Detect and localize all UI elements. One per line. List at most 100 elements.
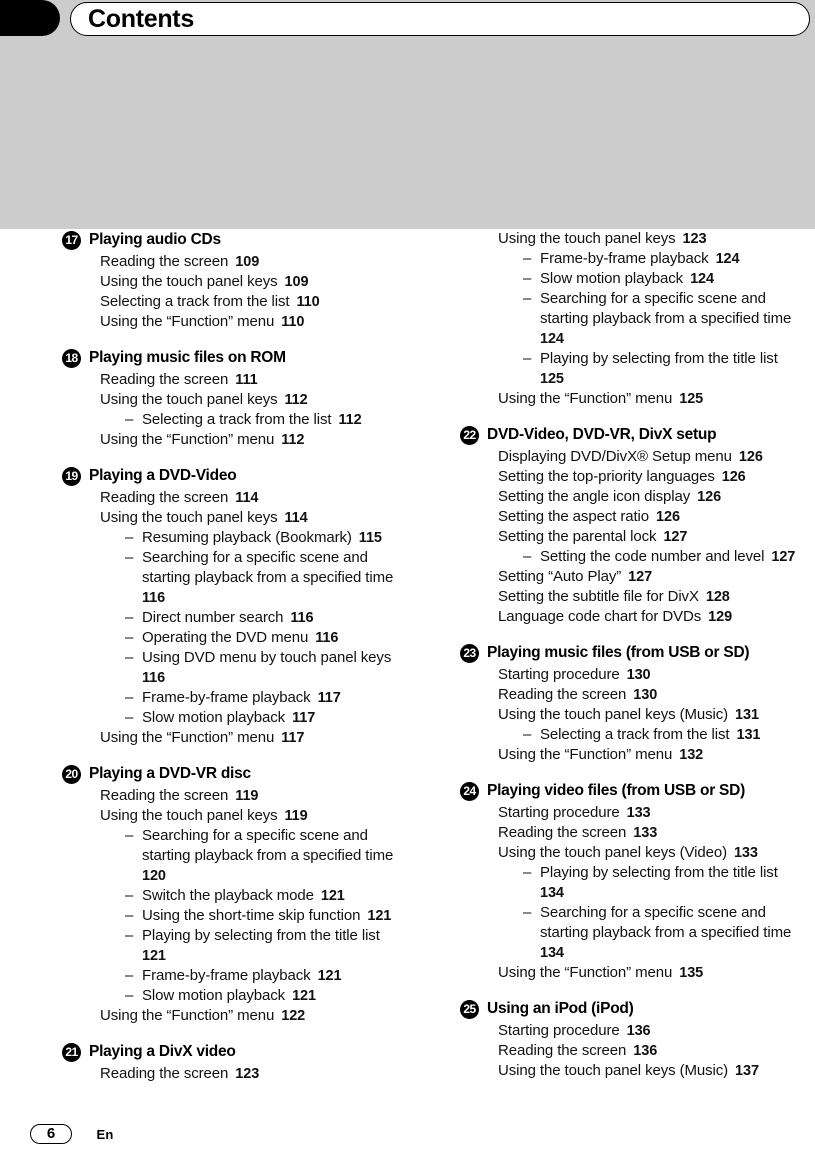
toc-entry[interactable]: Using the touch panel keys 114 xyxy=(100,508,402,528)
toc-entry-label: Using the touch panel keys (Video) xyxy=(498,844,727,861)
entry-dash-icon: – xyxy=(125,629,134,646)
toc-entry[interactable]: – Setting the code number and level 127 xyxy=(523,547,800,567)
toc-entry[interactable]: – Selecting a track from the list 112 xyxy=(125,410,402,430)
toc-entry-label: Setting the code number and level xyxy=(540,548,765,565)
toc-entry[interactable]: Using the touch panel keys (Music) 131 xyxy=(498,705,800,725)
toc-entry[interactable]: Using the touch panel keys 112 xyxy=(100,390,402,410)
toc-entry-page-number: 127 xyxy=(771,549,796,565)
toc-entry[interactable]: – Operating the DVD menu 116 xyxy=(125,628,402,648)
toc-section: 23 Playing music files (from USB or SD) St… xyxy=(460,642,800,765)
toc-entry[interactable]: Language code chart for DVDs 129 xyxy=(498,607,800,627)
toc-section-heading[interactable]: 22 DVD-Video, DVD-VR, DivX setup xyxy=(460,424,800,446)
toc-entry[interactable]: Reading the screen 130 xyxy=(498,685,800,705)
toc-entry-page-number: 136 xyxy=(626,1023,651,1039)
toc-entry[interactable]: Starting procedure 133 xyxy=(498,803,800,823)
toc-entry[interactable]: Using the touch panel keys 119 xyxy=(100,806,402,826)
toc-entry-page-number: 115 xyxy=(358,530,382,546)
toc-entry[interactable]: – Using the short-time skip function 121 xyxy=(125,906,402,926)
toc-section-heading[interactable]: 25 Using an iPod (iPod) xyxy=(460,998,800,1020)
toc-entry[interactable]: Using the “Function” menu 110 xyxy=(100,312,402,332)
toc-section-heading[interactable]: 23 Playing music files (from USB or SD) xyxy=(460,642,800,664)
toc-entry[interactable]: Using the “Function” menu 132 xyxy=(498,745,800,765)
toc-entry[interactable]: Reading the screen 123 xyxy=(100,1064,402,1084)
toc-entry[interactable]: – Playing by selecting from the title lis… xyxy=(523,863,800,903)
toc-entry-label: Using DVD menu by touch panel keys xyxy=(142,649,392,666)
toc-entry[interactable]: – Slow motion playback 121 xyxy=(125,986,402,1006)
toc-entry-label: Setting the parental lock xyxy=(498,528,657,545)
toc-entry[interactable]: Using the touch panel keys (Music) 137 xyxy=(498,1061,800,1081)
toc-entry[interactable]: Selecting a track from the list 110 xyxy=(100,292,402,312)
toc-entry[interactable]: Using the touch panel keys 109 xyxy=(100,272,402,292)
toc-section: 21 Playing a DivX video Reading the screen… xyxy=(62,1041,402,1084)
toc-section-heading[interactable]: 21 Playing a DivX video xyxy=(62,1041,402,1063)
toc-entry[interactable]: Reading the screen 111 xyxy=(100,370,402,390)
toc-entry[interactable]: – Direct number search 116 xyxy=(125,608,402,628)
toc-entry[interactable]: Setting the top-priority languages 126 xyxy=(498,467,800,487)
toc-entry-page-number: 114 xyxy=(235,490,259,506)
toc-entry[interactable]: Using the touch panel keys (Video) 133 xyxy=(498,843,800,863)
toc-entry[interactable]: Using the “Function” menu 125 xyxy=(498,389,800,409)
toc-entry[interactable]: – Searching for a specific scene and star… xyxy=(523,289,800,349)
toc-entry[interactable]: Setting “Auto Play” 127 xyxy=(498,567,800,587)
page-edge-tab-icon xyxy=(0,0,60,36)
toc-entry[interactable]: Setting the parental lock 127 xyxy=(498,527,800,547)
toc-entry[interactable]: Using the “Function” menu 122 xyxy=(100,1006,402,1026)
toc-entry-label: Reading the screen xyxy=(100,787,229,804)
toc-entry-label: Searching for a specific scene and start… xyxy=(540,290,792,327)
toc-entry[interactable]: – Frame-by-frame playback 117 xyxy=(125,688,402,708)
toc-section-heading[interactable]: 20 Playing a DVD-VR disc xyxy=(62,763,402,785)
toc-section-title: Playing a DVD-Video xyxy=(89,467,237,484)
toc-entry[interactable]: Using the touch panel keys 123 xyxy=(498,229,800,249)
toc-entry[interactable]: Starting procedure 136 xyxy=(498,1021,800,1041)
toc-entry[interactable]: Reading the screen 109 xyxy=(100,252,402,272)
toc-section-heading[interactable]: 24 Playing video files (from USB or SD) xyxy=(460,780,800,802)
entry-dash-icon: – xyxy=(125,987,134,1004)
section-number-badge: 19 xyxy=(62,467,81,486)
toc-entry[interactable]: – Frame-by-frame playback 124 xyxy=(523,249,800,269)
contents-column-left: 17 Playing audio CDs Reading the screen 109… xyxy=(62,229,402,1099)
toc-entry[interactable]: – Searching for a specific scene and star… xyxy=(125,826,402,886)
toc-entry[interactable]: – Playing by selecting from the title lis… xyxy=(523,349,800,389)
toc-entry-label: Playing by selecting from the title list xyxy=(142,927,380,944)
toc-entry-page-number: 132 xyxy=(679,747,704,763)
toc-entry[interactable]: – Selecting a track from the list 131 xyxy=(523,725,800,745)
entry-dash-icon: – xyxy=(523,290,532,307)
language-code: En xyxy=(96,1126,114,1142)
toc-entry[interactable]: Using the “Function” menu 117 xyxy=(100,728,402,748)
toc-entry-label: Using the “Function” menu xyxy=(100,1007,275,1024)
toc-entry[interactable]: Reading the screen 133 xyxy=(498,823,800,843)
toc-entry-label: Reading the screen xyxy=(100,489,229,506)
toc-entry[interactable]: Starting procedure 130 xyxy=(498,665,800,685)
toc-entry[interactable]: Displaying DVD/DivX® Setup menu 126 xyxy=(498,447,800,467)
toc-entry[interactable]: Reading the screen 136 xyxy=(498,1041,800,1061)
toc-entry[interactable]: – Searching for a specific scene and star… xyxy=(523,903,800,963)
toc-entry[interactable]: Reading the screen 119 xyxy=(100,786,402,806)
page-title: Contents xyxy=(88,5,194,33)
toc-section-heading[interactable]: 18 Playing music files on ROM xyxy=(62,347,402,369)
toc-section-heading[interactable]: 17 Playing audio CDs xyxy=(62,229,402,251)
toc-entry[interactable]: – Resuming playback (Bookmark) 115 xyxy=(125,528,402,548)
toc-entry-label: Starting procedure xyxy=(498,666,620,683)
toc-entry[interactable]: Setting the subtitle file for DivX 128 xyxy=(498,587,800,607)
toc-entry-label: Reading the screen xyxy=(498,686,627,703)
entry-dash-icon: – xyxy=(523,548,532,565)
toc-section: 25 Using an iPod (iPod) Starting procedure… xyxy=(460,998,800,1081)
toc-entry-page-number: 124 xyxy=(715,251,740,267)
toc-entry[interactable]: – Frame-by-frame playback 121 xyxy=(125,966,402,986)
toc-entry[interactable]: Setting the angle icon display 126 xyxy=(498,487,800,507)
toc-entry[interactable]: – Searching for a specific scene and star… xyxy=(125,548,402,608)
toc-entry[interactable]: – Using DVD menu by touch panel keys 116 xyxy=(125,648,402,688)
toc-entry[interactable]: Using the “Function” menu 135 xyxy=(498,963,800,983)
section-number-badge: 21 xyxy=(62,1043,81,1062)
entry-dash-icon: – xyxy=(523,250,532,267)
toc-entry[interactable]: – Slow motion playback 124 xyxy=(523,269,800,289)
toc-entry[interactable]: Setting the aspect ratio 126 xyxy=(498,507,800,527)
toc-entry[interactable]: Using the “Function” menu 112 xyxy=(100,430,402,450)
toc-entry-label: Starting procedure xyxy=(498,804,620,821)
toc-entry-page-number: 130 xyxy=(633,687,658,703)
toc-entry[interactable]: – Playing by selecting from the title lis… xyxy=(125,926,402,966)
toc-entry[interactable]: – Slow motion playback 117 xyxy=(125,708,402,728)
toc-section-heading[interactable]: 19 Playing a DVD-Video xyxy=(62,465,402,487)
toc-entry[interactable]: – Switch the playback mode 121 xyxy=(125,886,402,906)
toc-entry[interactable]: Reading the screen 114 xyxy=(100,488,402,508)
